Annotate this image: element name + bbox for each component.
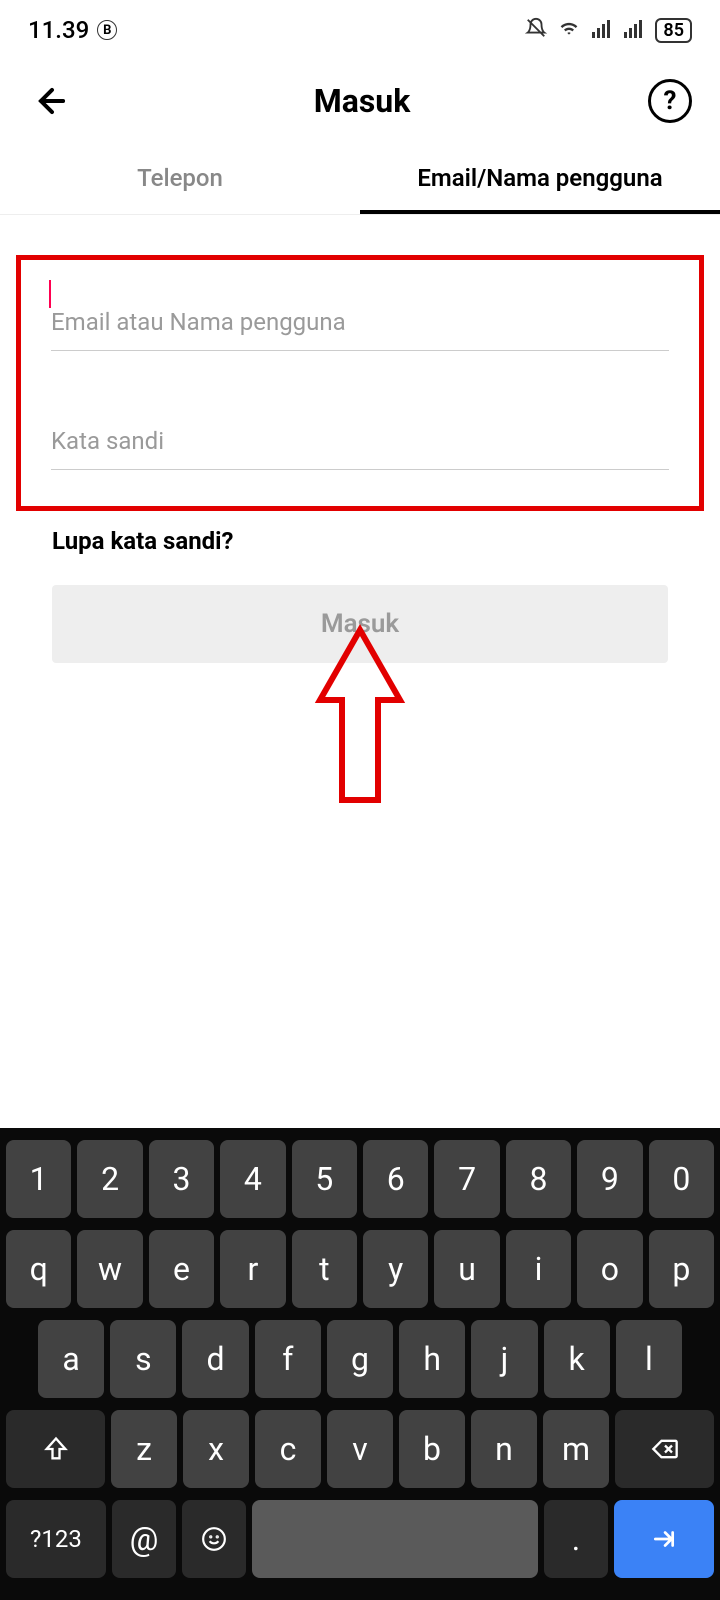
key-5[interactable]: 5 <box>292 1140 357 1218</box>
status-bar: 11.39 B 85 <box>0 0 720 56</box>
key-h[interactable]: h <box>399 1320 465 1398</box>
kb-row-3: a s d f g h j k l <box>6 1320 714 1398</box>
key-s[interactable]: s <box>110 1320 176 1398</box>
key-f[interactable]: f <box>255 1320 321 1398</box>
key-v[interactable]: v <box>327 1410 393 1488</box>
signal-icon <box>591 18 613 42</box>
tab-email-username[interactable]: Email/Nama pengguna <box>360 146 720 214</box>
back-button[interactable] <box>28 77 76 125</box>
tabs: Telepon Email/Nama pengguna <box>0 146 720 215</box>
key-r[interactable]: r <box>220 1230 285 1308</box>
wifi-icon <box>557 18 581 42</box>
key-at[interactable]: @ <box>112 1500 176 1578</box>
key-z[interactable]: z <box>111 1410 177 1488</box>
key-2[interactable]: 2 <box>77 1140 142 1218</box>
header: Masuk ? <box>0 56 720 146</box>
key-c[interactable]: c <box>255 1410 321 1488</box>
key-d[interactable]: d <box>182 1320 248 1398</box>
status-left: 11.39 B <box>28 16 117 44</box>
key-3[interactable]: 3 <box>149 1140 214 1218</box>
key-m[interactable]: m <box>543 1410 609 1488</box>
key-u[interactable]: u <box>434 1230 499 1308</box>
key-1[interactable]: 1 <box>6 1140 71 1218</box>
key-a[interactable]: a <box>38 1320 104 1398</box>
key-0[interactable]: 0 <box>649 1140 714 1218</box>
key-enter[interactable] <box>614 1500 714 1578</box>
mute-icon <box>525 17 547 43</box>
key-space[interactable] <box>252 1500 537 1578</box>
key-7[interactable]: 7 <box>434 1140 499 1218</box>
key-e[interactable]: e <box>149 1230 214 1308</box>
keyboard: 1 2 3 4 5 6 7 8 9 0 q w e r t y u i o p … <box>0 1128 720 1600</box>
battery-indicator: 85 <box>655 18 692 43</box>
key-9[interactable]: 9 <box>577 1140 642 1218</box>
key-6[interactable]: 6 <box>363 1140 428 1218</box>
key-t[interactable]: t <box>292 1230 357 1308</box>
key-b[interactable]: b <box>399 1410 465 1488</box>
kb-row-5: ?123 @ . <box>6 1500 714 1578</box>
key-x[interactable]: x <box>183 1410 249 1488</box>
b-icon: B <box>97 20 117 40</box>
form-highlight-box <box>16 255 704 511</box>
key-i[interactable]: i <box>506 1230 571 1308</box>
key-n[interactable]: n <box>471 1410 537 1488</box>
kb-row-4: z x c v b n m <box>6 1410 714 1488</box>
key-y[interactable]: y <box>363 1230 428 1308</box>
status-right: 85 <box>525 17 692 43</box>
key-p[interactable]: p <box>649 1230 714 1308</box>
key-l[interactable]: l <box>616 1320 682 1398</box>
key-q[interactable]: q <box>6 1230 71 1308</box>
key-w[interactable]: w <box>77 1230 142 1308</box>
tab-phone[interactable]: Telepon <box>0 146 360 214</box>
key-o[interactable]: o <box>577 1230 642 1308</box>
page-title: Masuk <box>314 82 411 120</box>
arrow-annotation <box>300 620 420 814</box>
password-input[interactable] <box>51 399 669 470</box>
kb-row-2: q w e r t y u i o p <box>6 1230 714 1308</box>
key-period[interactable]: . <box>544 1500 608 1578</box>
key-8[interactable]: 8 <box>506 1140 571 1218</box>
key-k[interactable]: k <box>544 1320 610 1398</box>
username-input[interactable] <box>51 280 669 351</box>
help-button[interactable]: ? <box>648 79 692 123</box>
key-symbols[interactable]: ?123 <box>6 1500 106 1578</box>
key-g[interactable]: g <box>327 1320 393 1398</box>
status-time: 11.39 <box>28 16 89 44</box>
key-backspace[interactable] <box>615 1410 714 1488</box>
key-j[interactable]: j <box>471 1320 537 1398</box>
key-shift[interactable] <box>6 1410 105 1488</box>
forgot-password-link[interactable]: Lupa kata sandi? <box>52 527 720 555</box>
key-emoji[interactable] <box>182 1500 246 1578</box>
key-4[interactable]: 4 <box>220 1140 285 1218</box>
signal-icon-2 <box>623 18 645 42</box>
kb-row-1: 1 2 3 4 5 6 7 8 9 0 <box>6 1140 714 1218</box>
